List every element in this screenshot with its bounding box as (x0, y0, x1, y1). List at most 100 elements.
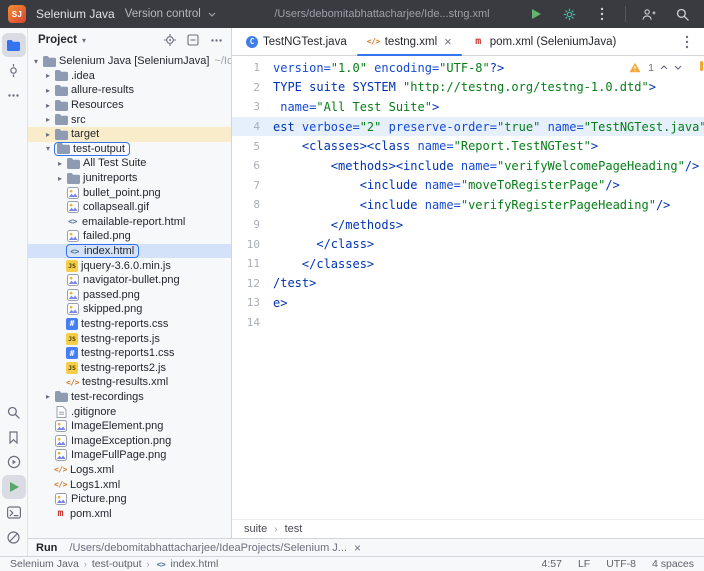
prev-problem-icon[interactable] (660, 65, 668, 70)
tree-item-bullet-point-png[interactable]: bullet_point.png (28, 185, 231, 200)
tree-item-allure-results[interactable]: ▸allure-results (28, 83, 231, 98)
tree-item-resources[interactable]: ▸Resources (28, 98, 231, 113)
services-tool-button[interactable] (2, 450, 26, 474)
tree-item-imagefullpage-png[interactable]: ImageFullPage.png (28, 448, 231, 463)
maven-icon: m (472, 36, 485, 48)
file-encoding[interactable]: UTF-8 (606, 558, 636, 570)
panel-options-button[interactable] (209, 34, 223, 47)
chevron-right-icon[interactable]: ▸ (42, 115, 54, 124)
tree-item-testng-reports-css[interactable]: #testng-reports.css (28, 317, 231, 332)
chevron-down-icon[interactable]: ▾ (42, 144, 54, 153)
chevron-right-icon[interactable]: ▸ (42, 392, 54, 401)
tree-item-test-recordings[interactable]: ▸test-recordings (28, 390, 231, 405)
tree-item-selenium-java-seleniumjava[interactable]: ▾Selenium Java [SeleniumJava]~/IdeaProje… (28, 54, 231, 69)
code-line-13[interactable]: 13e> (232, 293, 704, 313)
tree-item-testng-reports-js[interactable]: JStestng-reports.js (28, 331, 231, 346)
run-tab[interactable]: /Users/debomitabhattacharjee/IdeaProject… (69, 542, 361, 554)
tree-item-imageelement-png[interactable]: ImageElement.png (28, 419, 231, 434)
run-button[interactable] (526, 4, 546, 24)
app-logo[interactable]: SJ (8, 5, 26, 23)
close-tab-icon[interactable]: × (444, 35, 452, 48)
tree-item-imageexception-png[interactable]: ImageException.png (28, 433, 231, 448)
tree-item-testng-results-xml[interactable]: </>testng-results.xml (28, 375, 231, 390)
indent-style[interactable]: 4 spaces (652, 558, 694, 570)
tree-item-src[interactable]: ▸src (28, 112, 231, 127)
run-panel-title[interactable]: Run (36, 542, 57, 554)
code-line-2[interactable]: 2TYPE suite SYSTEM "http://testng.org/te… (232, 78, 704, 98)
chevron-right-icon[interactable]: ▸ (42, 86, 54, 95)
html-icon: <> (68, 245, 81, 257)
tree-item-test-output[interactable]: ▾test-output (28, 142, 231, 157)
tree-item-skipped-png[interactable]: skipped.png (28, 302, 231, 317)
code-line-10[interactable]: 10 </class> (232, 234, 704, 254)
user-button[interactable] (639, 4, 659, 24)
code-line-3[interactable]: 3 name="All Test Suite"> (232, 97, 704, 117)
caret-position[interactable]: 4:57 (542, 558, 562, 570)
chevron-right-icon[interactable]: ▸ (42, 71, 54, 80)
tab-testng-xml[interactable]: </>testng.xml× (357, 28, 462, 55)
code-line-12[interactable]: 12/test> (232, 274, 704, 294)
search-everywhere-button[interactable] (672, 4, 692, 24)
status-crumb-index-html[interactable]: <>index.html (155, 558, 219, 570)
tab-testngtest-java[interactable]: CTestNGTest.java (236, 28, 357, 55)
tree-item-picture-png[interactable]: Picture.png (28, 492, 231, 507)
tab-pom-xml-seleniumjava[interactable]: mpom.xml (SeleniumJava) (462, 28, 627, 55)
problems-tool-button[interactable] (2, 525, 26, 549)
tree-item-logs-xml[interactable]: </>Logs.xml (28, 463, 231, 478)
tree-item-logs1-xml[interactable]: </>Logs1.xml (28, 477, 231, 492)
status-crumb-test-output[interactable]: test-output (92, 558, 142, 570)
status-crumb-selenium-java[interactable]: Selenium Java (10, 558, 79, 570)
bookmarks-tool-button[interactable] (2, 425, 26, 449)
code-line-5[interactable]: 5 <classes><class name="Report.TestNGTes… (232, 136, 704, 156)
tree-item-index-html[interactable]: <>index.html (28, 244, 231, 259)
chevron-down-icon[interactable]: ▾ (82, 36, 86, 45)
more-tool-windows-tool-button[interactable] (2, 83, 26, 107)
chevron-right-icon[interactable]: ▸ (54, 174, 66, 183)
project-tool-button[interactable] (2, 33, 26, 57)
collapse-all-button[interactable] (186, 34, 200, 47)
tree-item-target[interactable]: ▸target (28, 127, 231, 142)
tree-item-collapseall-gif[interactable]: collapseall.gif (28, 200, 231, 215)
terminal-tool-button[interactable] (2, 500, 26, 524)
close-icon[interactable]: × (354, 542, 361, 554)
tree-item-junitreports[interactable]: ▸junitreports (28, 171, 231, 186)
tree-item-emailable-report-html[interactable]: <>emailable-report.html (28, 215, 231, 230)
breadcrumb-suite[interactable]: suite (244, 523, 267, 535)
code-line-8[interactable]: 8 <include name="verifyRegisterPageHeadi… (232, 195, 704, 215)
chevron-down-icon[interactable]: ▾ (30, 57, 42, 66)
scrollbar-warning-marker[interactable] (700, 61, 703, 71)
code-line-14[interactable]: 14 (232, 313, 704, 333)
code-line-6[interactable]: 6 <methods><include name="verifyWelcomeP… (232, 156, 704, 176)
commit-tool-button[interactable] (2, 58, 26, 82)
chevron-right-icon[interactable]: ▸ (42, 130, 54, 139)
tree-item-testng-reports2-js[interactable]: JStestng-reports2.js (28, 360, 231, 375)
code-line-11[interactable]: 11 </classes> (232, 254, 704, 274)
search-tool-button[interactable] (2, 400, 26, 424)
project-panel-title[interactable]: Project (38, 34, 77, 46)
line-separator[interactable]: LF (578, 558, 590, 570)
chevron-right-icon[interactable]: ▸ (54, 159, 66, 168)
editor-options-icon[interactable] (670, 28, 704, 55)
tree-item-testng-reports1-css[interactable]: #testng-reports1.css (28, 346, 231, 361)
more-options-button[interactable] (592, 4, 612, 24)
tree-item-pom-xml[interactable]: mpom.xml (28, 506, 231, 521)
breadcrumb-test[interactable]: test (285, 523, 303, 535)
code-line-4[interactable]: 4est verbose="2" preserve-order="true" n… (232, 117, 704, 137)
code-line-9[interactable]: 9 </methods> (232, 215, 704, 235)
chevron-right-icon[interactable]: ▸ (42, 101, 54, 110)
project-widget[interactable]: Selenium Java (36, 7, 115, 21)
settings-button[interactable] (559, 4, 579, 24)
tree-item-all-test-suite[interactable]: ▸All Test Suite (28, 156, 231, 171)
vcs-widget[interactable]: Version control (125, 8, 219, 21)
run-tool-button[interactable] (2, 475, 26, 499)
tree-item-gitignore[interactable]: .gitignore (28, 404, 231, 419)
tree-item-navigator-bullet-png[interactable]: navigator-bullet.png (28, 273, 231, 288)
tree-item-jquery-3-6-0-min-js[interactable]: JSjquery-3.6.0.min.js (28, 258, 231, 273)
tree-item-passed-png[interactable]: passed.png (28, 288, 231, 303)
select-opened-file-button[interactable] (163, 34, 177, 47)
next-problem-icon[interactable] (674, 65, 682, 70)
inspections-widget[interactable]: 1 (622, 59, 688, 76)
code-line-7[interactable]: 7 <include name="moveToRegisterPage"/> (232, 176, 704, 196)
tree-item-idea[interactable]: ▸.idea (28, 69, 231, 84)
tree-item-failed-png[interactable]: failed.png (28, 229, 231, 244)
